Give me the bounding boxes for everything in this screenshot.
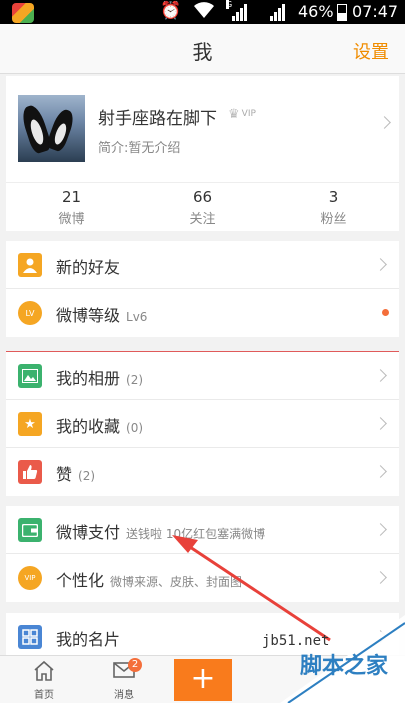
level-value: Lv6 [126, 310, 148, 324]
app-icon [12, 3, 34, 23]
menu-group-services: 微博支付 送钱啦 10亿红包塞满微博 VIP 个性化 微博来源、皮肤、封面图 [6, 506, 399, 602]
item-count: (0) [126, 421, 144, 435]
star-icon: ★ [18, 412, 42, 436]
menu-group-content: 我的相册 (2) ★ 我的收藏 (0) 赞 (2) [6, 352, 399, 496]
label-text: 个性化 [56, 571, 105, 590]
menu-item-favorites[interactable]: ★ 我的收藏 (0) [6, 400, 399, 448]
battery-percent: 46% [298, 2, 334, 21]
album-icon [18, 364, 42, 388]
item-count: (2) [78, 469, 96, 483]
battery-icon [337, 4, 347, 21]
stat-label: 粉丝 [320, 212, 347, 227]
chevron-right-icon [374, 523, 387, 536]
chevron-right-icon [378, 116, 391, 129]
vip-personalize-icon: VIP [18, 566, 42, 590]
person-icon [18, 253, 42, 277]
watermark-url: jb51.net [262, 633, 330, 649]
wifi-icon [193, 1, 215, 23]
nav-home[interactable]: 首页 [14, 660, 74, 701]
unread-badge: 2 [128, 658, 142, 672]
profile-stats: 21 微博 66 关注 3 粉丝 [6, 182, 399, 230]
label-text: 微博支付 [56, 523, 121, 542]
menu-item-personalize[interactable]: VIP 个性化 微博来源、皮肤、封面图 [6, 554, 399, 602]
signal-icon: G [226, 0, 247, 21]
chevron-right-icon [374, 571, 387, 584]
menu-item-label: 我的收藏 (0) [56, 413, 143, 437]
home-icon [14, 660, 74, 684]
menu-item-weibo-level[interactable]: LV 微博等级 Lv6 [6, 289, 399, 337]
menu-item-label: 赞 (2) [56, 461, 95, 485]
nav-label: 消息 [114, 690, 134, 701]
label-text: 我的收藏 [56, 417, 121, 436]
nav-label: 首页 [34, 690, 54, 701]
alarm-icon: ⏰ [160, 1, 182, 21]
bio: 简介:暂无介绍 [98, 141, 181, 156]
chevron-right-icon [374, 417, 387, 430]
menu-item-label: 微博支付 送钱啦 10亿红包塞满微博 [56, 519, 265, 543]
envelope-icon [94, 660, 154, 684]
stat-label: 关注 [189, 212, 216, 227]
clock: 07:47 [352, 2, 399, 21]
menu-item-album[interactable]: 我的相册 (2) [6, 352, 399, 400]
compose-button[interactable]: + [174, 659, 232, 701]
menu-group-friends: 新的好友 LV 微博等级 Lv6 [6, 241, 399, 337]
stat-count: 21 [61, 188, 82, 206]
settings-button[interactable]: 设置 [353, 38, 389, 64]
qr-card-icon [18, 625, 42, 649]
signal-icon [270, 3, 285, 21]
item-count: (2) [126, 373, 144, 387]
thumbs-up-icon [18, 460, 42, 484]
stat-following[interactable]: 66 关注 [137, 183, 268, 230]
menu-item-label: 微博等级 Lv6 [56, 302, 147, 326]
chevron-right-icon [374, 465, 387, 478]
stat-count: 66 [192, 188, 213, 206]
menu-item-label: 新的好友 [56, 254, 120, 278]
wallet-icon [18, 518, 42, 542]
vip-label: VIP [241, 109, 256, 119]
vip-icon: ♛ VIP [228, 106, 262, 122]
avatar[interactable] [18, 95, 85, 162]
menu-item-label: 个性化 微博来源、皮肤、封面图 [56, 567, 242, 591]
menu-item-label: 我的名片 [56, 626, 120, 650]
label-text: 我的相册 [56, 369, 121, 388]
network-type: G [226, 0, 233, 9]
profile-card[interactable]: 射手座路在脚下 ♛ VIP 简介:暂无介绍 21 微博 66 关注 3 粉丝 [6, 76, 399, 231]
stat-followers[interactable]: 3 粉丝 [268, 183, 399, 230]
item-subtitle: 送钱啦 10亿红包塞满微博 [126, 527, 266, 541]
status-bar: ⏰ G 46% 07:47 [0, 0, 405, 24]
stat-count: 3 [328, 188, 339, 206]
label-text: 赞 [56, 465, 73, 484]
watermark-text: 脚本之家 [300, 654, 389, 679]
label-text: 微博等级 [56, 306, 121, 325]
notification-dot [382, 309, 389, 316]
menu-item-weibo-pay[interactable]: 微博支付 送钱啦 10亿红包塞满微博 [6, 506, 399, 554]
nav-messages[interactable]: 消息 2 [94, 658, 154, 701]
nickname: 射手座路在脚下 [98, 109, 217, 129]
level-icon: LV [18, 301, 42, 325]
header: 我 设置 [0, 24, 405, 74]
menu-item-new-friends[interactable]: 新的好友 [6, 241, 399, 289]
menu-item-label: 我的相册 (2) [56, 365, 143, 389]
chevron-right-icon [374, 369, 387, 382]
stat-label: 微博 [58, 212, 85, 227]
item-subtitle: 微博来源、皮肤、封面图 [110, 575, 243, 589]
label-text: 我的名片 [56, 630, 121, 649]
stat-weibo[interactable]: 21 微博 [6, 183, 137, 230]
label-text: 新的好友 [56, 258, 121, 277]
chevron-right-icon [374, 258, 387, 271]
page-title: 我 [192, 40, 213, 64]
crown-icon: ♛ [228, 106, 240, 122]
menu-item-likes[interactable]: 赞 (2) [6, 448, 399, 496]
